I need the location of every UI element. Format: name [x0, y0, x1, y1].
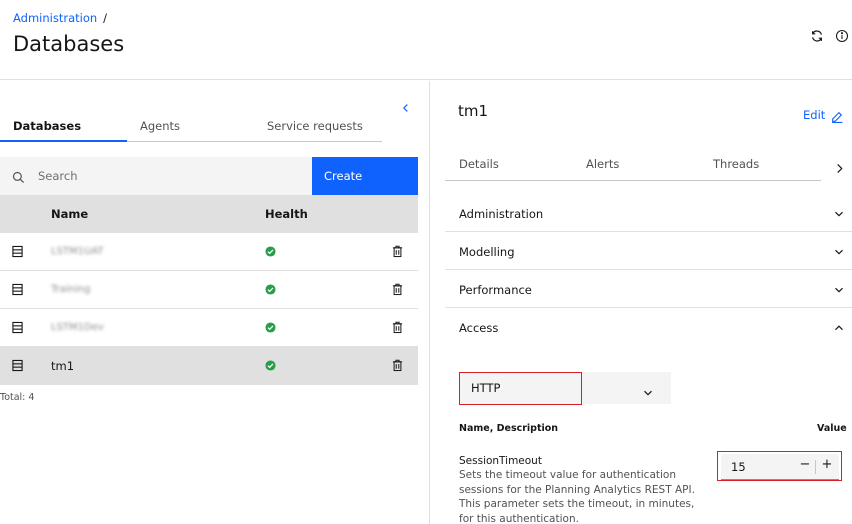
- info-icon[interactable]: [835, 28, 851, 44]
- tab-databases[interactable]: Databases: [0, 116, 127, 142]
- param-name: SessionTimeout: [459, 455, 542, 467]
- database-icon: [12, 245, 24, 259]
- database-icon: [12, 283, 24, 297]
- collapse-panel-button[interactable]: [400, 99, 414, 113]
- decrement-button[interactable]: −: [797, 457, 813, 475]
- delete-icon[interactable]: [392, 245, 404, 259]
- table-header: Name Health: [0, 195, 418, 233]
- tab-details[interactable]: Details: [445, 157, 572, 181]
- chevron-right-icon[interactable]: [835, 159, 845, 173]
- accordion-administration[interactable]: Administration: [445, 194, 852, 232]
- breadcrumb-administration-link[interactable]: Administration: [13, 11, 97, 25]
- left-tabs: Databases Agents Service requests: [0, 116, 382, 142]
- breadcrumb-separator: /: [103, 11, 108, 25]
- protocol-dropdown[interactable]: HTTP: [459, 372, 671, 404]
- search-input[interactable]: [32, 162, 302, 190]
- page-header: Administration / Databases: [0, 0, 852, 80]
- total-count: Total: 4: [0, 392, 35, 403]
- database-details-panel: tm1 Edit Details Alerts Threads Administ…: [431, 81, 852, 524]
- accordion-label: Administration: [459, 207, 544, 221]
- search-icon: [12, 169, 26, 184]
- edit-button[interactable]: Edit: [803, 108, 825, 122]
- edit-icon[interactable]: [831, 108, 844, 123]
- chevron-down-icon: [834, 246, 844, 256]
- accordion-label: Performance: [459, 283, 532, 297]
- delete-icon[interactable]: [392, 321, 404, 335]
- tab-alerts[interactable]: Alerts: [572, 157, 699, 181]
- breadcrumb: Administration /: [13, 11, 107, 25]
- tab-service-requests[interactable]: Service requests: [254, 116, 382, 142]
- accordion-label: Access: [459, 321, 499, 335]
- health-ok-icon: [265, 360, 276, 371]
- database-icon: [12, 359, 24, 373]
- protocol-selected-value: HTTP: [471, 381, 501, 395]
- session-timeout-stepper[interactable]: 15 − +: [721, 454, 839, 480]
- database-name: LSTM1Dev: [51, 322, 104, 333]
- create-button[interactable]: Create: [312, 157, 418, 195]
- column-header-health[interactable]: Health: [265, 207, 308, 221]
- stepper-divider: [815, 460, 816, 474]
- refresh-icon[interactable]: [810, 28, 826, 44]
- chevron-down-icon: [834, 208, 844, 218]
- accordion-label: Modelling: [459, 245, 515, 259]
- table-row[interactable]: LSTM1Dev: [0, 309, 418, 347]
- tab-agents[interactable]: Agents: [127, 116, 254, 142]
- database-detail-title: tm1: [458, 102, 489, 120]
- delete-icon[interactable]: [392, 359, 404, 373]
- table-row[interactable]: LSTM1UAT: [0, 233, 418, 271]
- table-row-selected[interactable]: tm1: [0, 347, 418, 385]
- chevron-down-icon: [643, 383, 653, 396]
- stepper-value[interactable]: 15: [731, 460, 746, 474]
- param-description: Sets the timeout value for authenticatio…: [459, 469, 695, 524]
- databases-list-panel: Databases Agents Service requests Create…: [0, 81, 430, 524]
- chevron-down-icon: [834, 284, 844, 294]
- database-name: LSTM1UAT: [51, 246, 104, 257]
- health-ok-icon: [265, 322, 276, 333]
- settings-accordion: Administration Modelling Performance Acc…: [445, 194, 852, 346]
- column-header-name[interactable]: Name: [51, 207, 88, 221]
- page-title: Databases: [13, 32, 125, 56]
- increment-button[interactable]: +: [819, 457, 835, 475]
- database-icon: [12, 321, 24, 335]
- databases-table: Name Health LSTM1UAT Training LSTM1Dev t…: [0, 195, 418, 385]
- database-name: Training: [51, 284, 91, 295]
- accordion-performance[interactable]: Performance: [445, 270, 852, 308]
- database-name: tm1: [51, 359, 75, 373]
- detail-tabs: Details Alerts Threads: [445, 157, 821, 181]
- delete-icon[interactable]: [392, 283, 404, 297]
- table-row[interactable]: Training: [0, 271, 418, 309]
- tab-threads[interactable]: Threads: [699, 157, 821, 181]
- column-header-value: Value: [817, 423, 847, 434]
- table-toolbar: Create: [0, 157, 418, 195]
- health-ok-icon: [265, 246, 276, 257]
- accordion-modelling[interactable]: Modelling: [445, 232, 852, 270]
- health-ok-icon: [265, 284, 276, 295]
- accordion-access[interactable]: Access: [445, 308, 852, 346]
- column-header-name-description: Name, Description: [459, 423, 559, 434]
- chevron-up-icon: [834, 322, 844, 332]
